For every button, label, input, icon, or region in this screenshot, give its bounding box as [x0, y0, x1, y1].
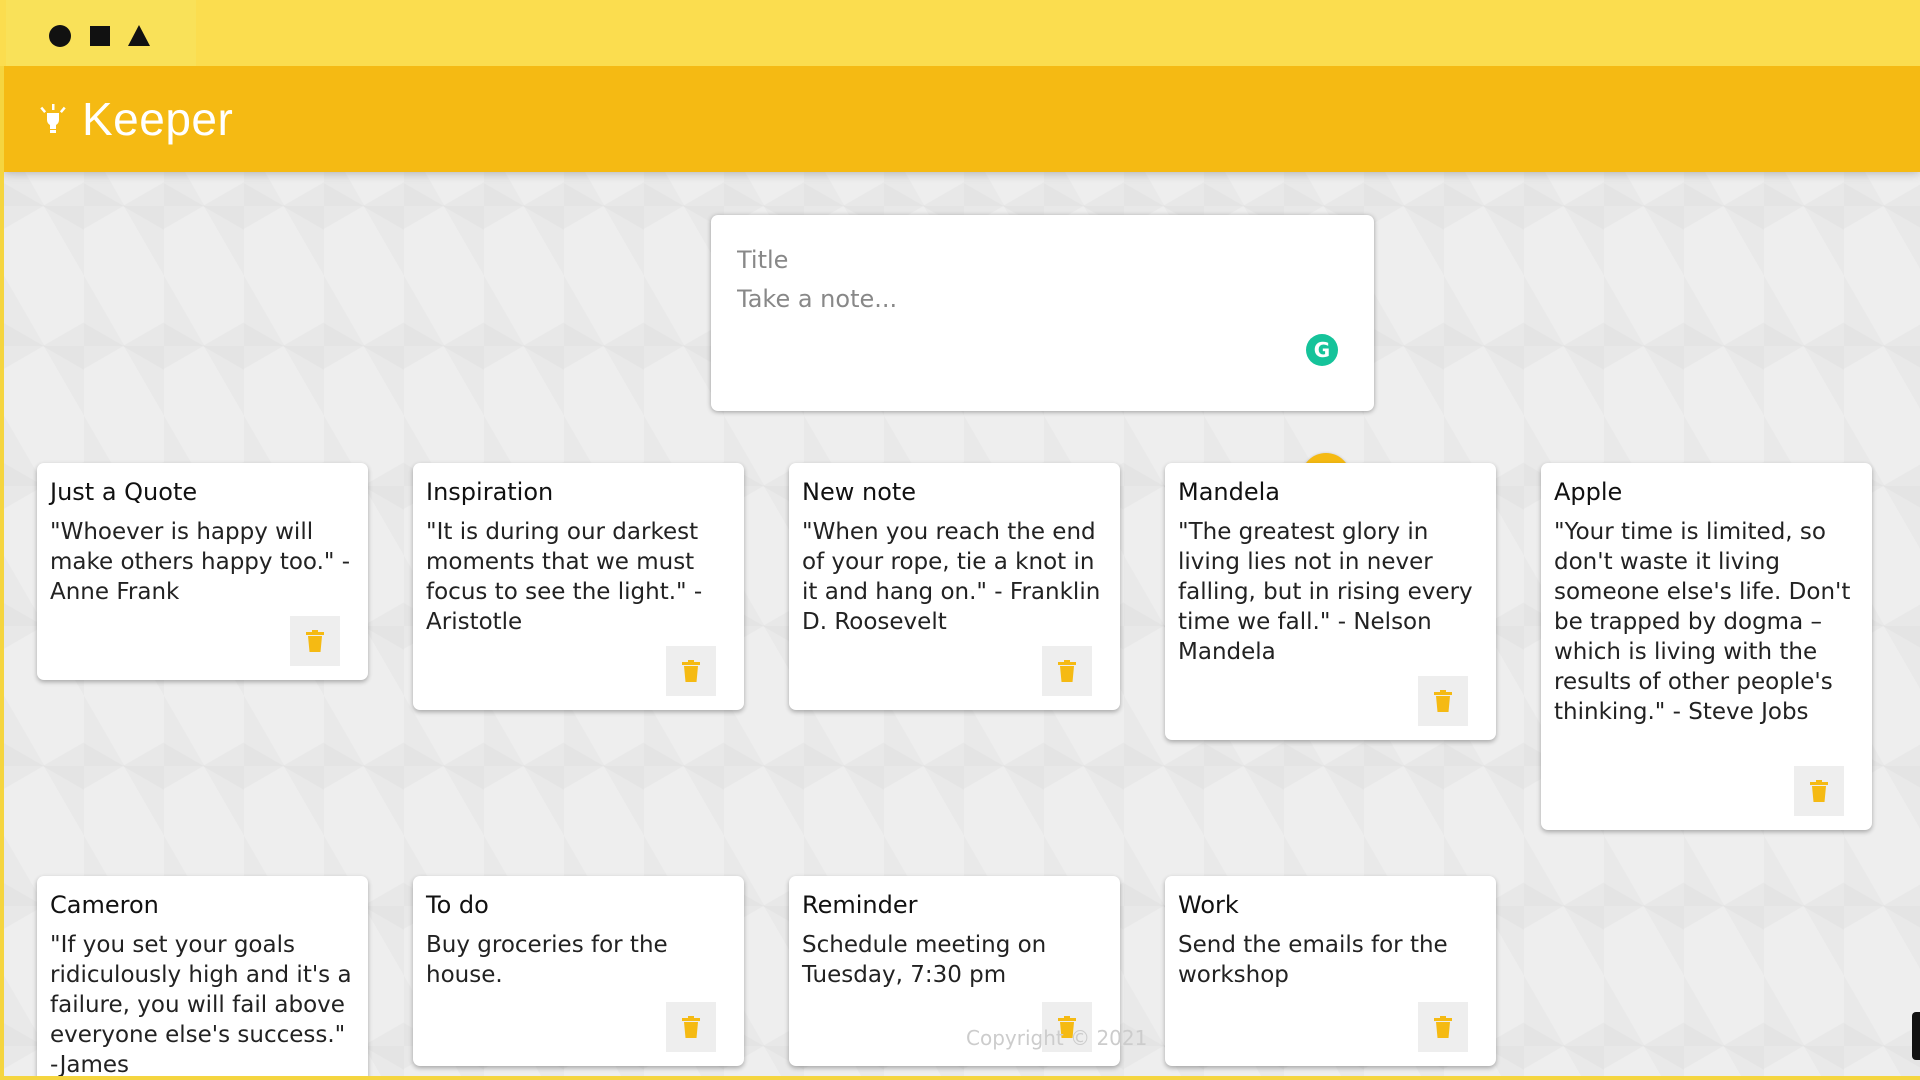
note-title: New note	[802, 478, 917, 506]
window-top-bar	[0, 0, 1920, 66]
note-card: To do Buy groceries for the house.	[413, 876, 744, 1066]
note-content: Buy groceries for the house.	[426, 932, 675, 988]
note-content: "The greatest glory in living lies not i…	[1178, 519, 1480, 665]
trash-icon	[1434, 690, 1452, 712]
note-card: Just a Quote "Whoever is happy will make…	[37, 463, 368, 680]
app-frame: Keeper G Just a Quote "Whoever is happy …	[4, 66, 1920, 1076]
circle-control-icon[interactable]	[49, 25, 71, 47]
delete-note-button[interactable]	[1794, 766, 1844, 816]
note-title: Inspiration	[426, 478, 554, 506]
note-title: Apple	[1554, 478, 1623, 506]
note-title: Reminder	[802, 891, 918, 919]
delete-note-button[interactable]	[1418, 1002, 1468, 1052]
note-content: "Your time is limited, so don't waste it…	[1554, 519, 1858, 725]
delete-note-button[interactable]	[666, 646, 716, 696]
trash-icon	[682, 660, 700, 682]
note-content: "Whoever is happy will make others happy…	[50, 519, 351, 605]
trash-icon	[1810, 780, 1828, 802]
note-card: New note "When you reach the end of your…	[789, 463, 1120, 710]
app-header: Keeper	[4, 66, 1920, 172]
trash-icon	[1434, 1016, 1452, 1038]
note-content: "It is during our darkest moments that w…	[426, 519, 710, 635]
note-content: Send the emails for the workshop	[1178, 932, 1456, 988]
note-title: Mandela	[1178, 478, 1280, 506]
note-card: Cameron "If you set your goals ridiculou…	[37, 876, 368, 1076]
note-title: Work	[1178, 891, 1239, 919]
note-card: Apple "Your time is limited, so don't wa…	[1541, 463, 1872, 830]
note-content: "If you set your goals ridiculously high…	[50, 932, 359, 1076]
delete-note-button[interactable]	[666, 1002, 716, 1052]
delete-note-button[interactable]	[1042, 646, 1092, 696]
triangle-control-icon[interactable]	[128, 25, 150, 46]
app-title: Keeper	[82, 93, 234, 145]
note-content: Schedule meeting on Tuesday, 7:30 pm	[802, 932, 1054, 988]
grammarly-icon[interactable]: G	[1306, 334, 1338, 366]
note-content: "When you reach the end of your rope, ti…	[802, 519, 1108, 635]
note-title: To do	[426, 891, 489, 919]
note-card: Mandela "The greatest glory in living li…	[1165, 463, 1496, 740]
square-control-icon[interactable]	[90, 26, 110, 46]
note-title-input[interactable]	[737, 243, 1337, 277]
note-title: Just a Quote	[50, 478, 198, 506]
scrollbar-handle[interactable]	[1912, 1012, 1920, 1060]
note-card: Work Send the emails for the workshop	[1165, 876, 1496, 1066]
note-card: Inspiration "It is during our darkest mo…	[413, 463, 744, 710]
window-bottom-edge	[0, 1076, 1920, 1080]
note-title: Cameron	[50, 891, 159, 919]
lightbulb-icon	[40, 104, 66, 133]
note-content-input[interactable]	[737, 285, 1337, 375]
delete-note-button[interactable]	[290, 616, 340, 666]
delete-note-button[interactable]	[1418, 676, 1468, 726]
trash-icon	[682, 1016, 700, 1038]
create-note-form: G	[711, 215, 1374, 411]
trash-icon	[1058, 660, 1076, 682]
trash-icon	[306, 630, 324, 652]
footer-copyright: Copyright © 2021	[966, 1026, 1148, 1050]
